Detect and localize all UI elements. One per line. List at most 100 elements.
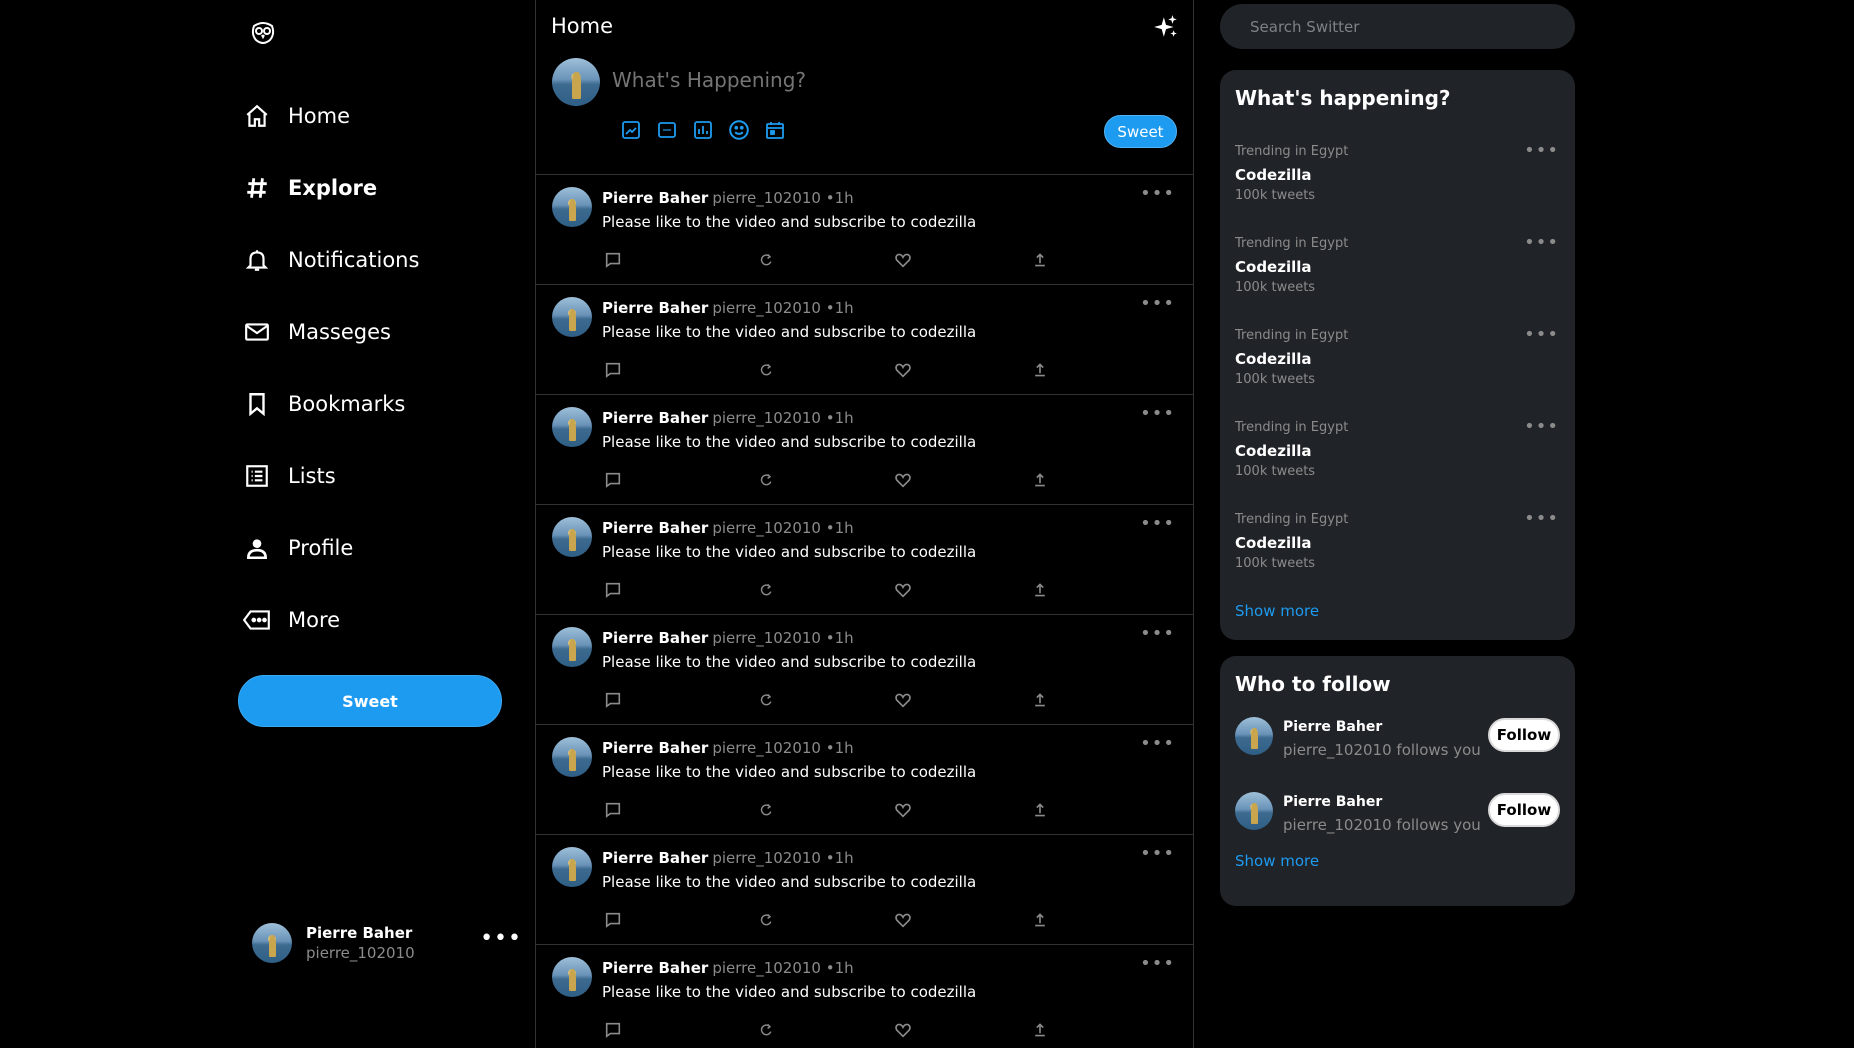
tweet-author-name[interactable]: Pierre Baher xyxy=(602,629,708,647)
sweet-submit-button[interactable]: Sweet xyxy=(1104,115,1177,148)
share-icon[interactable] xyxy=(1029,689,1051,711)
avatar[interactable] xyxy=(1235,717,1273,755)
nav-item-profile[interactable]: Profile xyxy=(242,512,522,584)
nav-item-notifications[interactable]: Notifications xyxy=(242,224,522,296)
tweet-more-icon[interactable]: ••• xyxy=(1140,293,1175,314)
tweet-more-icon[interactable]: ••• xyxy=(1140,183,1175,204)
like-icon[interactable] xyxy=(892,799,914,821)
tweet-author-name[interactable]: Pierre Baher xyxy=(602,739,708,757)
retweet-icon[interactable] xyxy=(755,799,777,821)
tweet-more-icon[interactable]: ••• xyxy=(1140,953,1175,974)
like-icon[interactable] xyxy=(892,359,914,381)
trend-item[interactable]: Trending in Egypt Codezilla 100k tweets ••• xyxy=(1220,224,1575,316)
tweet[interactable]: Pierre Baher pierre_102010 •1h Please like… xyxy=(536,615,1193,725)
retweet-icon[interactable] xyxy=(755,1019,777,1041)
like-icon[interactable] xyxy=(892,689,914,711)
retweet-icon[interactable] xyxy=(755,909,777,931)
trend-more-icon[interactable]: ••• xyxy=(1524,416,1559,437)
trend-item[interactable]: Trending in Egypt Codezilla 100k tweets ••• xyxy=(1220,500,1575,592)
nav-item-bookmarks[interactable]: Bookmarks xyxy=(242,368,522,440)
share-icon[interactable] xyxy=(1029,909,1051,931)
reply-icon[interactable] xyxy=(602,469,624,491)
share-icon[interactable] xyxy=(1029,579,1051,601)
tweet[interactable]: Pierre Baher pierre_102010 •1h Please like… xyxy=(536,835,1193,945)
reply-icon[interactable] xyxy=(602,1019,624,1041)
retweet-icon[interactable] xyxy=(755,579,777,601)
follow-button[interactable]: Follow xyxy=(1488,718,1560,752)
like-icon[interactable] xyxy=(892,579,914,601)
sweet-button[interactable]: Sweet xyxy=(238,675,502,727)
share-icon[interactable] xyxy=(1029,469,1051,491)
nav-item-home[interactable]: Home xyxy=(242,80,522,152)
reply-icon[interactable] xyxy=(602,689,624,711)
avatar[interactable] xyxy=(552,957,592,997)
tweet-author-name[interactable]: Pierre Baher xyxy=(602,849,708,867)
like-icon[interactable] xyxy=(892,1019,914,1041)
tweet[interactable]: Pierre Baher pierre_102010 •1h Please like… xyxy=(536,285,1193,395)
tweet[interactable]: Pierre Baher pierre_102010 •1h Please like… xyxy=(536,395,1193,505)
search-input[interactable] xyxy=(1250,17,1550,36)
tweet-author-name[interactable]: Pierre Baher xyxy=(602,519,708,537)
nav-item-more[interactable]: More xyxy=(242,584,522,656)
avatar[interactable] xyxy=(1235,792,1273,830)
retweet-icon[interactable] xyxy=(755,689,777,711)
share-icon[interactable] xyxy=(1029,249,1051,271)
current-user-account[interactable]: Pierre Baher pierre_102010 ••• xyxy=(252,918,522,968)
tweet-author-name[interactable]: Pierre Baher xyxy=(602,409,708,427)
share-icon[interactable] xyxy=(1029,799,1051,821)
tweet-more-icon[interactable]: ••• xyxy=(1140,403,1175,424)
follow-suggestion[interactable]: Pierre Baher pierre_102010 follows you Fol… xyxy=(1220,702,1575,777)
reply-icon[interactable] xyxy=(602,359,624,381)
like-icon[interactable] xyxy=(892,469,914,491)
tweet[interactable]: Pierre Baher pierre_102010 •1h Please like… xyxy=(536,175,1193,285)
tweet-author-name[interactable]: Pierre Baher xyxy=(602,299,708,317)
share-icon[interactable] xyxy=(1029,1019,1051,1041)
image-icon[interactable] xyxy=(613,118,649,142)
trend-item[interactable]: Trending in Egypt Codezilla 100k tweets ••• xyxy=(1220,408,1575,500)
tweet-more-icon[interactable]: ••• xyxy=(1140,513,1175,534)
reply-icon[interactable] xyxy=(602,249,624,271)
tweet[interactable]: Pierre Baher pierre_102010 •1h Please like… xyxy=(536,505,1193,615)
reply-icon[interactable] xyxy=(602,799,624,821)
avatar[interactable] xyxy=(552,737,592,777)
retweet-icon[interactable] xyxy=(755,469,777,491)
trend-more-icon[interactable]: ••• xyxy=(1524,324,1559,345)
follow-suggestion[interactable]: Pierre Baher pierre_102010 follows you Fol… xyxy=(1220,777,1575,852)
trend-more-icon[interactable]: ••• xyxy=(1524,508,1559,529)
avatar[interactable] xyxy=(552,627,592,667)
schedule-icon[interactable] xyxy=(757,118,793,142)
avatar[interactable] xyxy=(552,847,592,887)
retweet-icon[interactable] xyxy=(755,249,777,271)
owl-logo-icon[interactable] xyxy=(246,16,280,50)
tweet[interactable]: Pierre Baher pierre_102010 •1h Please like… xyxy=(536,725,1193,835)
follow-show-more-link[interactable]: Show more xyxy=(1220,852,1575,870)
account-menu-icon[interactable]: ••• xyxy=(480,928,522,950)
tweet-more-icon[interactable]: ••• xyxy=(1140,623,1175,644)
emoji-icon[interactable] xyxy=(721,118,757,142)
like-icon[interactable] xyxy=(892,909,914,931)
reply-icon[interactable] xyxy=(602,579,624,601)
reply-icon[interactable] xyxy=(602,909,624,931)
avatar[interactable] xyxy=(552,517,592,557)
trend-item[interactable]: Trending in Egypt Codezilla 100k tweets ••• xyxy=(1220,132,1575,224)
trend-more-icon[interactable]: ••• xyxy=(1524,232,1559,253)
trend-item[interactable]: Trending in Egypt Codezilla 100k tweets ••• xyxy=(1220,316,1575,408)
tweet-author-name[interactable]: Pierre Baher xyxy=(602,189,708,207)
avatar[interactable] xyxy=(552,407,592,447)
retweet-icon[interactable] xyxy=(755,359,777,381)
compose-input[interactable] xyxy=(612,68,1012,92)
tweet-more-icon[interactable]: ••• xyxy=(1140,733,1175,754)
tweet[interactable]: Pierre Baher pierre_102010 •1h Please like… xyxy=(536,945,1193,1048)
follow-button[interactable]: Follow xyxy=(1488,793,1560,827)
avatar[interactable] xyxy=(552,187,592,227)
trends-show-more-link[interactable]: Show more xyxy=(1220,602,1575,620)
nav-item-messages[interactable]: Masseges xyxy=(242,296,522,368)
poll-icon[interactable] xyxy=(685,118,721,142)
tweet-more-icon[interactable]: ••• xyxy=(1140,843,1175,864)
nav-item-lists[interactable]: Lists xyxy=(242,440,522,512)
tweet-author-name[interactable]: Pierre Baher xyxy=(602,959,708,977)
share-icon[interactable] xyxy=(1029,359,1051,381)
sparkle-icon[interactable] xyxy=(1153,14,1179,40)
avatar[interactable] xyxy=(552,297,592,337)
nav-item-explore[interactable]: Explore xyxy=(242,152,522,224)
